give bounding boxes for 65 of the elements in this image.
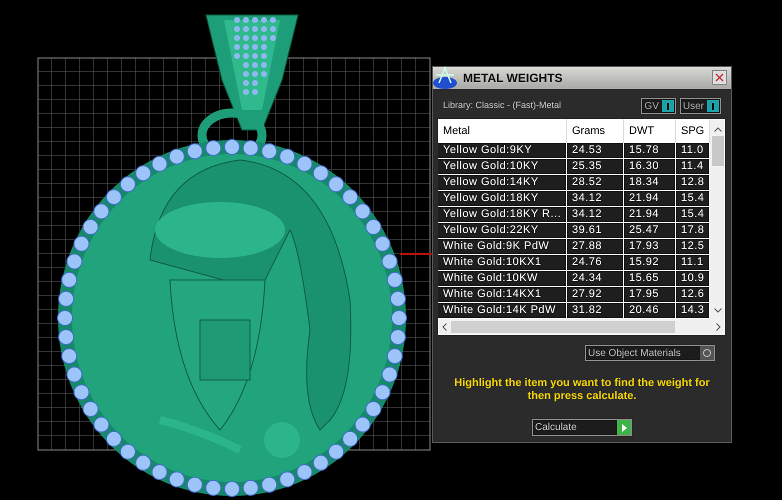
table-cell: Yellow Gold:14KY bbox=[438, 175, 567, 191]
close-button[interactable] bbox=[712, 70, 727, 85]
table-cell: 24.34 bbox=[567, 271, 624, 287]
table-cell: 15.4 bbox=[676, 207, 710, 223]
table-cell: 31.82 bbox=[567, 303, 624, 319]
table-cell: 16.30 bbox=[624, 159, 676, 175]
table-cell: 10.9 bbox=[676, 271, 710, 287]
table-cell: White Gold:10KX1 bbox=[438, 255, 567, 271]
table-cell: 24.53 bbox=[567, 143, 624, 159]
table-cell: 39.61 bbox=[567, 223, 624, 239]
app-icon bbox=[431, 65, 459, 91]
table-cell: 12.8 bbox=[676, 175, 710, 191]
toggle-label: Use Object Materials bbox=[588, 346, 681, 360]
table-cell: Yellow Gold:9KY bbox=[438, 143, 567, 159]
play-icon bbox=[622, 424, 626, 432]
table-cell: 17.8 bbox=[676, 223, 710, 239]
table-cell: 27.92 bbox=[567, 287, 624, 303]
table-cell: 21.94 bbox=[624, 207, 676, 223]
scroll-up-icon bbox=[714, 127, 722, 132]
table-cell: 14.3 bbox=[676, 303, 710, 319]
table-cell: 20.46 bbox=[624, 303, 676, 319]
table-cell: 25.35 bbox=[567, 159, 624, 175]
scroll-down-icon bbox=[714, 308, 722, 313]
table-cell: White Gold:14KX1 bbox=[438, 287, 567, 303]
axis-line bbox=[400, 253, 432, 255]
horizontal-scrollbar[interactable] bbox=[438, 319, 725, 335]
toggle-button[interactable]: GV bbox=[641, 98, 676, 114]
table-cell: 11.1 bbox=[676, 255, 710, 271]
table-cell: Yellow Gold:18KY R... bbox=[438, 207, 567, 223]
table-cell: 15.92 bbox=[624, 255, 676, 271]
table-cell: 11.4 bbox=[676, 159, 710, 175]
table-cell: 34.12 bbox=[567, 191, 624, 207]
table-cell: White Gold:9K PdW bbox=[438, 239, 567, 255]
table-cell: 15.78 bbox=[624, 143, 676, 159]
toggle-button[interactable]: User bbox=[680, 98, 721, 114]
scroll-thumb[interactable] bbox=[451, 321, 675, 333]
table-cell: Yellow Gold:10KY bbox=[438, 159, 567, 175]
scroll-right-icon bbox=[716, 323, 721, 331]
table-cell: 27.88 bbox=[567, 239, 624, 255]
table-cell: 18.34 bbox=[624, 175, 676, 191]
table-cell: 17.93 bbox=[624, 239, 676, 255]
library-label: Library: Classic - (Fast)-Metal bbox=[443, 99, 562, 112]
table-cell: White Gold:14K PdW bbox=[438, 303, 567, 319]
close-icon bbox=[715, 73, 724, 82]
table-cell: 11.0 bbox=[676, 143, 710, 159]
table-cell: White Gold:10KW bbox=[438, 271, 567, 287]
table-cell: 28.52 bbox=[567, 175, 624, 191]
scroll-thumb[interactable] bbox=[712, 136, 724, 166]
calculate-button[interactable]: Calculate bbox=[532, 419, 632, 436]
table-cell: 12.5 bbox=[676, 239, 710, 255]
table-cell: 21.94 bbox=[624, 191, 676, 207]
table-cell: 12.6 bbox=[676, 287, 710, 303]
instruction-text: Highlight the item you want to find the weight for then press calculate. bbox=[453, 377, 711, 403]
table-cell: Yellow Gold:22KY bbox=[438, 223, 567, 239]
table-cell: Yellow Gold:18KY bbox=[438, 191, 567, 207]
vertical-scrollbar[interactable] bbox=[710, 119, 725, 319]
table-cell: 24.76 bbox=[567, 255, 624, 271]
table-cell: 15.65 bbox=[624, 271, 676, 287]
table-cell: 15.4 bbox=[676, 191, 710, 207]
use-object-materials-toggle[interactable]: Use Object Materials bbox=[585, 345, 715, 361]
table-cell: 34.12 bbox=[567, 207, 624, 223]
window-title: METAL WEIGHTS bbox=[463, 70, 563, 87]
scroll-left-icon bbox=[442, 323, 447, 331]
table-cell: 25.47 bbox=[624, 223, 676, 239]
table-cell: 17.95 bbox=[624, 287, 676, 303]
